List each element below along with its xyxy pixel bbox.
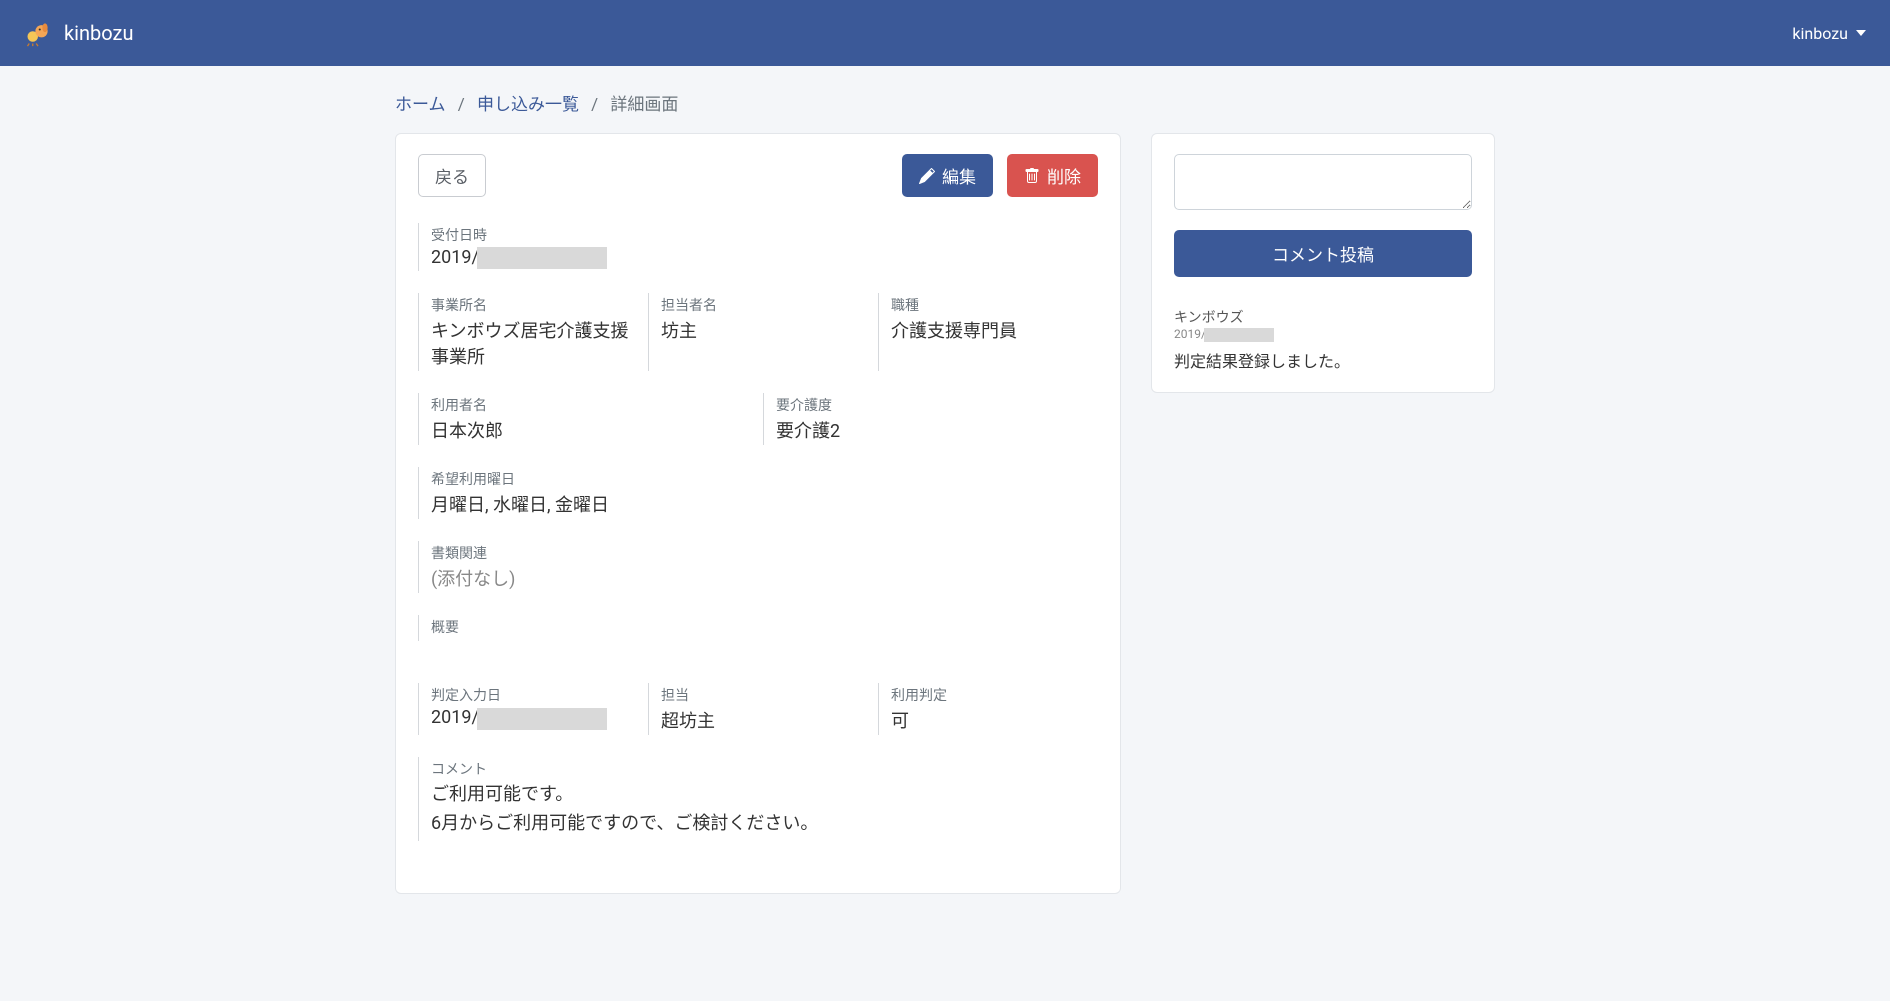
field-decision-contact: 担当 超坊主 — [648, 683, 868, 735]
comment-body: 判定結果登録しました。 — [1174, 348, 1472, 372]
field-label: 利用者名 — [431, 395, 753, 415]
received-at-prefix: 2019/ — [431, 247, 479, 268]
user-name: kinbozu — [1792, 24, 1848, 43]
field-label: 受付日時 — [431, 225, 1098, 245]
field-label: 職種 — [891, 295, 1098, 315]
field-label: 判定入力日 — [431, 685, 638, 705]
breadcrumb-separator: / — [458, 95, 465, 115]
decision-date-prefix: 2019/ — [431, 707, 479, 728]
breadcrumb-separator: / — [591, 95, 598, 115]
field-value: 月曜日, 水曜日, 金曜日 — [431, 491, 1098, 517]
field-user: 利用者名 日本次郎 — [418, 393, 753, 445]
field-value: キンボウズ居宅介護支援事業所 — [431, 317, 638, 369]
field-office: 事業所名 キンボウズ居宅介護支援事業所 — [418, 293, 638, 371]
field-received-at: 受付日時 2019/ — [418, 223, 1098, 271]
delete-button-label: 削除 — [1047, 163, 1081, 188]
breadcrumb-home[interactable]: ホーム — [395, 95, 446, 115]
comment-line: 6月からご利用可能ですので、ご検討ください。 — [431, 810, 1098, 839]
comment-date: 2019/ — [1174, 327, 1472, 342]
field-label: 要介護度 — [776, 395, 1098, 415]
field-value: 介護支援専門員 — [891, 317, 1098, 343]
brand-logo-icon — [24, 19, 52, 47]
field-value: 2019/ — [431, 707, 638, 729]
field-value: 可 — [891, 707, 1098, 733]
breadcrumb-list[interactable]: 申し込み一覧 — [477, 95, 579, 115]
field-decision-date: 判定入力日 2019/ — [418, 683, 638, 735]
breadcrumb: ホーム / 申し込み一覧 / 詳細画面 — [395, 90, 1495, 115]
field-summary: 概要 — [418, 615, 1098, 641]
detail-card: 戻る 編集 削除 受付日時 20 — [395, 133, 1121, 894]
field-docs: 書類関連 (添付なし) — [418, 541, 1098, 593]
field-label: 事業所名 — [431, 295, 638, 315]
field-comment: コメント ご利用可能です。 6月からご利用可能ですので、ご検討ください。 — [418, 757, 1098, 841]
field-decision: 利用判定 可 — [878, 683, 1098, 735]
chevron-down-icon — [1856, 30, 1866, 36]
edit-button[interactable]: 編集 — [902, 154, 993, 197]
comment-panel: コメント投稿 キンボウズ 2019/ 判定結果登録しました。 — [1151, 133, 1495, 393]
comment-line: ご利用可能です。 — [431, 781, 1098, 810]
redacted-block — [477, 247, 607, 269]
comment-entry: キンボウズ 2019/ 判定結果登録しました。 — [1174, 307, 1472, 372]
field-label: 担当者名 — [661, 295, 868, 315]
redacted-block — [1204, 328, 1274, 342]
trash-icon — [1024, 168, 1040, 184]
field-role: 職種 介護支援専門員 — [878, 293, 1098, 371]
field-label: コメント — [431, 759, 1098, 779]
field-value: 坊主 — [661, 317, 868, 343]
back-button[interactable]: 戻る — [418, 154, 486, 197]
field-value: 2019/ — [431, 247, 1098, 269]
navbar: kinbozu kinbozu — [0, 0, 1890, 66]
breadcrumb-current: 詳細画面 — [610, 95, 678, 115]
delete-button[interactable]: 削除 — [1007, 154, 1098, 197]
comment-input[interactable] — [1174, 154, 1472, 210]
field-care-level: 要介護度 要介護2 — [763, 393, 1098, 445]
field-value: (添付なし) — [431, 565, 1098, 591]
field-value: 超坊主 — [661, 707, 868, 733]
field-contact: 担当者名 坊主 — [648, 293, 868, 371]
field-value: 日本次郎 — [431, 417, 753, 443]
field-label: 希望利用曜日 — [431, 469, 1098, 489]
field-label: 概要 — [431, 617, 1098, 637]
user-menu[interactable]: kinbozu — [1792, 24, 1866, 43]
brand-name: kinbozu — [64, 21, 133, 45]
field-days: 希望利用曜日 月曜日, 水曜日, 金曜日 — [418, 467, 1098, 519]
post-comment-button[interactable]: コメント投稿 — [1174, 230, 1472, 277]
navbar-brand[interactable]: kinbozu — [24, 19, 133, 47]
comment-author: キンボウズ — [1174, 307, 1472, 327]
pencil-icon — [919, 168, 935, 184]
edit-button-label: 編集 — [942, 163, 976, 188]
field-label: 担当 — [661, 685, 868, 705]
comment-date-prefix: 2019/ — [1174, 327, 1206, 341]
field-label: 書類関連 — [431, 543, 1098, 563]
field-value: 要介護2 — [776, 417, 1098, 443]
redacted-block — [477, 708, 607, 730]
field-label: 利用判定 — [891, 685, 1098, 705]
